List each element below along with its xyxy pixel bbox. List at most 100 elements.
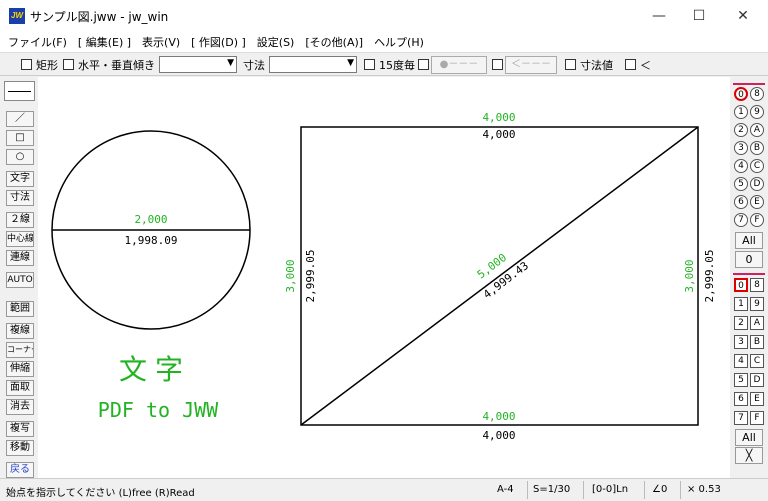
- layer-panel: 0 8 1 9 2 A 3 B 4 C 5 D 6 E 7 F All 0 0 …: [730, 77, 768, 478]
- tool-double-line[interactable]: ２線: [6, 212, 34, 228]
- lt-label: ＜: [640, 59, 651, 72]
- tool-rectangle[interactable]: □: [6, 130, 34, 146]
- layer-f[interactable]: F: [750, 411, 764, 425]
- layer-a[interactable]: A: [750, 316, 764, 330]
- sub-text: PDF to JWW: [98, 398, 219, 422]
- tool-extend[interactable]: 伸縮: [6, 361, 34, 377]
- close-button[interactable]: ✕: [720, 0, 766, 32]
- layer-group-1[interactable]: 1: [734, 105, 748, 119]
- layer-group-a[interactable]: A: [750, 123, 764, 137]
- tool-chamfer[interactable]: 面取: [6, 380, 34, 396]
- top-dim-green: 4,000: [482, 111, 515, 124]
- status-zoom[interactable]: × 0.53: [687, 484, 721, 495]
- menu-view[interactable]: 表示(V): [142, 34, 180, 50]
- layer-e[interactable]: E: [750, 392, 764, 406]
- layer-group-7[interactable]: 7: [734, 213, 748, 227]
- layer-group-all-button[interactable]: All: [735, 232, 763, 249]
- tool-line[interactable]: ／: [6, 111, 34, 127]
- tool-center-line[interactable]: 中心線: [6, 231, 34, 247]
- left-dim-black: 2,999.05: [304, 250, 317, 303]
- bottom-dim-green: 4,000: [482, 410, 515, 423]
- status-divider: [527, 481, 528, 499]
- menu-other[interactable]: [その他(A)]: [305, 34, 363, 50]
- tool-dimension[interactable]: 寸法: [6, 190, 34, 206]
- layer-4[interactable]: 4: [734, 354, 748, 368]
- status-layer[interactable]: [0-0]Ln: [592, 484, 628, 495]
- tool-corner[interactable]: コーナー: [6, 342, 34, 358]
- point-style-button[interactable]: ●－－－: [431, 56, 487, 74]
- layer-group-5[interactable]: 5: [734, 177, 748, 191]
- tool-circle[interactable]: ○: [6, 149, 34, 165]
- line-type-preview[interactable]: [4, 81, 35, 101]
- layer-group-f[interactable]: F: [750, 213, 764, 227]
- layer-group-3[interactable]: 3: [734, 141, 748, 155]
- tool-erase[interactable]: 消去: [6, 399, 34, 415]
- right-dim-black: 2,999.05: [703, 250, 716, 303]
- layer-0[interactable]: 0: [734, 278, 748, 292]
- dimval-checkbox[interactable]: [565, 59, 576, 70]
- status-scale[interactable]: S=1/30: [533, 484, 570, 495]
- menu-draw[interactable]: [ 作図(D) ]: [191, 34, 246, 50]
- status-angle[interactable]: ∠0: [652, 484, 667, 495]
- layer-group-2[interactable]: 2: [734, 123, 748, 137]
- window-title: サンプル図.jww - jw_win: [30, 10, 169, 24]
- menu-help[interactable]: ヘルプ(H): [374, 34, 424, 50]
- layer-7[interactable]: 7: [734, 411, 748, 425]
- layer-3[interactable]: 3: [734, 335, 748, 349]
- deg15-checkbox[interactable]: [364, 59, 375, 70]
- layer-group-c[interactable]: C: [750, 159, 764, 173]
- rect-checkbox[interactable]: [21, 59, 32, 70]
- deg15-checkbox-2[interactable]: [418, 59, 429, 70]
- layer-group-0[interactable]: 0: [734, 87, 748, 101]
- layer-8[interactable]: 8: [750, 278, 764, 292]
- tool-move[interactable]: 移動: [6, 440, 34, 456]
- arrow-checkbox[interactable]: [492, 59, 503, 70]
- line-sample: [8, 91, 31, 92]
- toolbar: 矩形 水平・垂直 傾き ▼ 寸法 ▼ 15度毎 ●－－－ ＜－－－ 寸法値 ＜: [0, 52, 768, 76]
- arrow-style-button[interactable]: ＜－－－: [505, 56, 557, 74]
- menu-edit[interactable]: [ 編集(E) ]: [78, 34, 131, 50]
- menu-file[interactable]: ファイル(F): [8, 34, 67, 50]
- layer-b[interactable]: B: [750, 335, 764, 349]
- layer-group-8[interactable]: 8: [750, 87, 764, 101]
- lt-checkbox[interactable]: [625, 59, 636, 70]
- status-divider: [644, 481, 645, 499]
- layer-cross-button[interactable]: ╳: [735, 447, 763, 464]
- layer-6[interactable]: 6: [734, 392, 748, 406]
- layer-group-current[interactable]: 0: [735, 251, 763, 268]
- layer-1[interactable]: 1: [734, 297, 748, 311]
- dim-select[interactable]: ▼: [269, 56, 357, 73]
- layer-2[interactable]: 2: [734, 316, 748, 330]
- layer-all-button[interactable]: All: [735, 429, 763, 446]
- tool-undo[interactable]: 戻る: [6, 462, 34, 478]
- left-tool-panel: ／ □ ○ 文字 寸法 ２線 中心線 連線 AUTO 範囲 複線 コーナー 伸縮…: [0, 77, 38, 478]
- drawing-canvas[interactable]: 2,000 1,998.09 文字 PDF to JWW 4,000 4,000…: [38, 77, 730, 478]
- status-paper[interactable]: A-4: [497, 484, 514, 495]
- status-divider: [583, 481, 584, 499]
- tool-range[interactable]: 範囲: [6, 301, 34, 317]
- tool-text[interactable]: 文字: [6, 171, 34, 187]
- tool-connect-line[interactable]: 連線: [6, 250, 34, 266]
- tool-offset[interactable]: 複線: [6, 323, 34, 339]
- layer-9[interactable]: 9: [750, 297, 764, 311]
- hv-label: 水平・垂直: [78, 59, 133, 72]
- circle-dim-green: 2,000: [134, 213, 167, 226]
- layer-c[interactable]: C: [750, 354, 764, 368]
- tool-auto[interactable]: AUTO: [6, 272, 34, 288]
- layer-group-4[interactable]: 4: [734, 159, 748, 173]
- layer-group-d[interactable]: D: [750, 177, 764, 191]
- slope-select[interactable]: ▼: [159, 56, 237, 73]
- layer-group-b[interactable]: B: [750, 141, 764, 155]
- menu-settings[interactable]: 設定(S): [257, 34, 295, 50]
- hv-checkbox[interactable]: [63, 59, 74, 70]
- maximize-button[interactable]: ☐: [676, 0, 722, 32]
- layer-5[interactable]: 5: [734, 373, 748, 387]
- tool-copy[interactable]: 複写: [6, 421, 34, 437]
- dimval-label: 寸法値: [580, 59, 613, 72]
- bottom-dim-black: 4,000: [482, 429, 515, 442]
- slope-label: 傾き: [133, 59, 155, 72]
- layer-group-6[interactable]: 6: [734, 195, 748, 209]
- layer-group-9[interactable]: 9: [750, 105, 764, 119]
- layer-group-e[interactable]: E: [750, 195, 764, 209]
- layer-d[interactable]: D: [750, 373, 764, 387]
